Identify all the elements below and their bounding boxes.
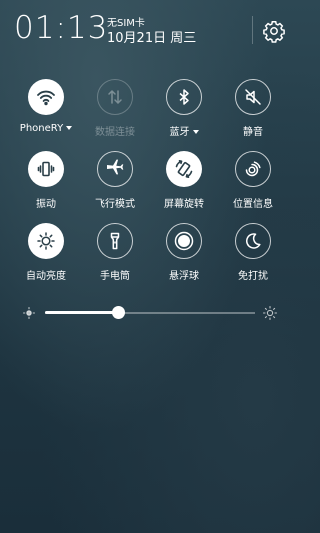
floating-ball-icon: [174, 231, 194, 251]
toggle-mute[interactable]: 静音: [219, 79, 289, 139]
floating-ball-label: 悬浮球: [169, 271, 199, 282]
vibrate-label: 振动: [36, 199, 56, 210]
brightness-low-icon: [22, 306, 36, 320]
settings-button[interactable]: [262, 19, 286, 43]
bluetooth-label[interactable]: 蓝牙: [150, 123, 218, 138]
auto-brightness-toggle-circle[interactable]: [28, 223, 64, 259]
floating-ball-toggle-circle[interactable]: [166, 223, 202, 259]
toggle-location[interactable]: 位置信息: [219, 151, 289, 211]
clock-time: 01:13: [14, 10, 109, 46]
bluetooth-label-text: 蓝牙: [169, 127, 190, 138]
mobile-data-toggle-circle[interactable]: [97, 79, 133, 115]
toggle-rotation[interactable]: 屏幕旋转: [150, 151, 220, 211]
dnd-toggle-circle[interactable]: [235, 223, 271, 259]
rotation-toggle-circle[interactable]: [166, 151, 202, 187]
vibrate-toggle-circle[interactable]: [28, 151, 64, 187]
airplane-icon: [107, 159, 124, 175]
wifi-label[interactable]: PhoneRY: [12, 123, 80, 134]
dnd-label: 免打扰: [238, 271, 268, 282]
brightness-icon: [37, 232, 55, 250]
flashlight-label: 手电筒: [100, 271, 130, 282]
brightness-thumb[interactable]: [112, 306, 125, 319]
wifi-toggle-circle[interactable]: [28, 79, 64, 115]
mobile-data-label: 数据连接: [95, 127, 135, 138]
toggle-airplane[interactable]: 飞行模式: [81, 151, 151, 211]
airplane-label: 飞行模式: [95, 199, 135, 210]
flashlight-icon: [110, 232, 120, 250]
mute-toggle-circle[interactable]: [235, 79, 271, 115]
header-divider: [252, 16, 253, 44]
brightness-high-icon: [262, 305, 278, 321]
vibrate-icon: [37, 161, 55, 177]
data-arrows-icon: [108, 89, 122, 105]
bluetooth-toggle-circle[interactable]: [166, 79, 202, 115]
location-icon: [245, 161, 261, 177]
toggle-bluetooth[interactable]: 蓝牙: [150, 79, 220, 139]
airplane-toggle-circle[interactable]: [97, 151, 133, 187]
brightness-slider[interactable]: [0, 302, 300, 324]
toggle-floating-ball[interactable]: 悬浮球: [150, 223, 220, 283]
gear-icon: [263, 21, 285, 43]
brightness-fill: [45, 311, 119, 314]
rotate-icon: [175, 160, 193, 178]
location-toggle-circle[interactable]: [235, 151, 271, 187]
chevron-down-icon: [192, 130, 199, 134]
wifi-network-name: PhoneRY: [19, 123, 64, 134]
moon-icon: [246, 233, 261, 249]
flashlight-toggle-circle[interactable]: [97, 223, 133, 259]
toggle-auto-brightness[interactable]: 自动亮度: [12, 223, 82, 283]
toggle-flashlight[interactable]: 手电筒: [81, 223, 151, 283]
bluetooth-icon: [179, 89, 189, 105]
mute-label: 静音: [243, 127, 263, 138]
mute-icon: [245, 89, 261, 105]
status-header: 01:13 无SIM卡 10月21日 周三: [0, 0, 300, 60]
date-text: 10月21日 周三: [107, 31, 197, 46]
auto-brightness-label: 自动亮度: [26, 271, 66, 282]
toggle-vibrate[interactable]: 振动: [12, 151, 82, 211]
toggle-do-not-disturb[interactable]: 免打扰: [219, 223, 289, 283]
location-label: 位置信息: [233, 199, 273, 210]
chevron-down-icon: [66, 126, 73, 130]
wifi-icon: [37, 90, 55, 106]
rotation-label: 屏幕旋转: [164, 199, 204, 210]
toggle-mobile-data[interactable]: 数据连接: [81, 79, 151, 139]
toggle-wifi[interactable]: PhoneRY: [12, 79, 82, 139]
